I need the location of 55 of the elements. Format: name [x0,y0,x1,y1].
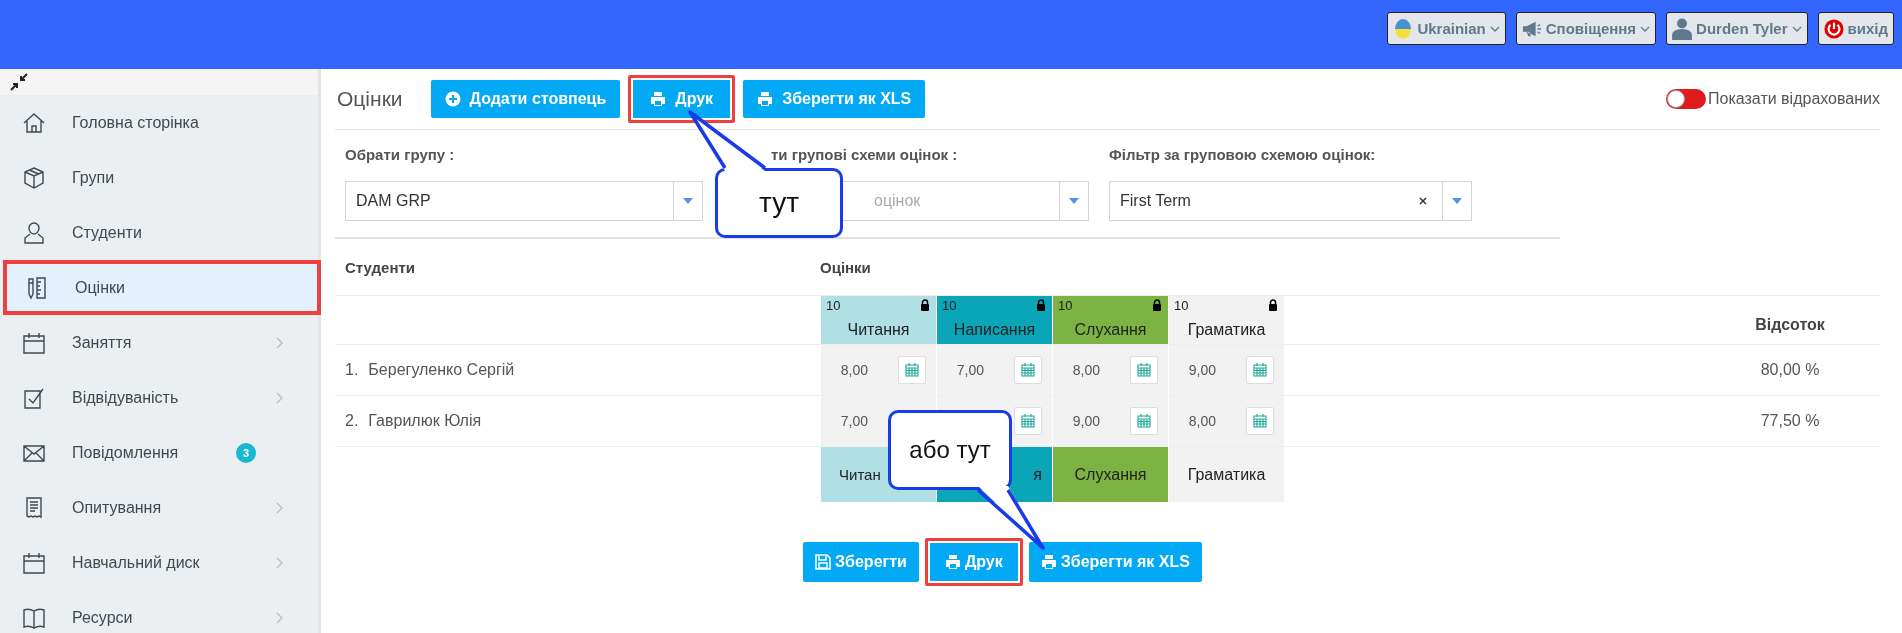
callout-tooltip: або тут [888,410,1012,490]
grade-column-header: 10 Читання [821,296,936,344]
grade-column-footer: Граматика [1169,447,1284,502]
column-header: Відсоток [1754,316,1826,335]
grade-value: 8,00 [840,362,868,378]
sidebar-label: Відвідуваність [72,388,180,407]
student-name: Гаврилюк Юлія [368,412,482,430]
sidebar-item[interactable]: Навчальний диск [0,535,318,590]
grade-value: 9,00 [1072,413,1100,429]
grade-value: 9,00 [1188,362,1216,378]
grade-value: 8,00 [1072,362,1100,378]
sidebar-item[interactable]: Ресурси [0,590,318,633]
toggle-label: Показати відрахованих [1708,90,1880,108]
top-bar-button[interactable]: Сповіщення [1515,12,1657,45]
student-name: Берегуленко Сергій [368,361,515,379]
filter-label: Обрати групу : [345,146,456,163]
page-title: Оцінки [337,87,403,111]
sidebar-label: Заняття [72,333,133,352]
sidebar-label: Групи [72,168,116,187]
grade-value: 7,00 [840,413,868,429]
sidebar-item[interactable]: Відвідуваність [0,370,318,425]
top-bar-button[interactable]: вихід [1817,12,1894,45]
grade-column-header: 10 Граматика [1169,296,1284,344]
sidebar-item[interactable]: Опитування [0,480,318,535]
percent-value: 77,50 % [1759,412,1821,430]
sidebar-label: Повідомлення [72,443,180,462]
filter-label: ти групові схеми оцінок : [770,146,959,163]
sidebar-item[interactable]: Студенти [0,205,318,260]
top-bar-button[interactable]: Ukrainian [1387,12,1506,45]
sidebar-item[interactable]: Оцінки [3,260,321,315]
grade-column-header: 10 Написання [937,296,1052,344]
percent-value: 80,00 % [1759,361,1821,379]
select-field[interactable]: DAM GRP [345,181,703,221]
sidebar-item[interactable]: Головна сторінка [0,95,318,150]
column-header: Студенти [344,258,416,276]
count-badge: 3 [236,442,256,463]
select-field[interactable]: First Term [1109,181,1472,221]
sidebar-item[interactable]: Повідомлення 3 [0,425,318,480]
sidebar-label: Оцінки [75,278,126,297]
row-number: 1. [345,361,359,379]
sidebar-label: Головна сторінка [72,113,200,132]
top-bar-button[interactable]: Durden Tyler [1666,12,1808,45]
sidebar-label: Ресурси [72,608,134,627]
sidebar-label: Опитування [72,498,163,517]
column-header: Оцінки [820,258,871,276]
grade-column-footer: Слухання [1053,447,1168,502]
sidebar-label: Навчальний диск [72,553,201,572]
sidebar-item[interactable]: Групи [0,150,318,205]
grade-value: 8,00 [1188,413,1216,429]
sidebar-item[interactable]: Заняття [0,315,318,370]
row-number: 2. [345,412,359,430]
grade-column-header: 10 Слухання [1053,296,1168,344]
filter-label: Фільтр за груповою схемою оцінок: [1109,146,1377,163]
grade-value: 7,00 [956,362,984,378]
sidebar-label: Студенти [72,223,143,242]
